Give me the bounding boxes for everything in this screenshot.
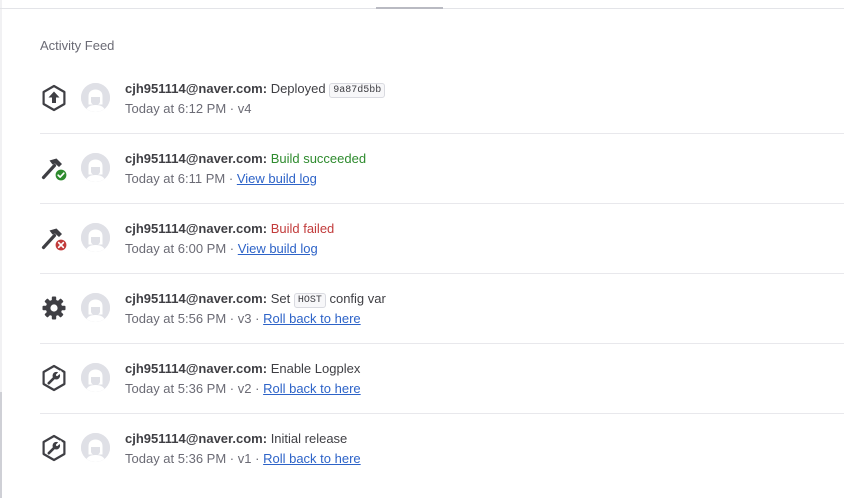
activity-item-initial-release: cjh951114@naver.com: Initial release Tod…: [40, 414, 844, 484]
roll-back-link[interactable]: Roll back to here: [263, 381, 361, 396]
activity-item-deploy: cjh951114@naver.com: Deployed 9a87d5bb T…: [40, 64, 844, 134]
release-version: v1: [237, 451, 252, 466]
avatar: [81, 363, 110, 392]
activity-action-suffix: config var: [329, 291, 386, 306]
activity-feed-list: cjh951114@naver.com: Deployed 9a87d5bb T…: [40, 64, 844, 484]
activity-summary: cjh951114@naver.com: Build succeeded: [125, 151, 366, 167]
activity-time: Today at 5:36 PM: [125, 381, 227, 396]
activity-action: Enable Logplex: [270, 361, 361, 376]
separator: ·: [255, 311, 260, 326]
user-email: cjh951114@naver.com:: [125, 361, 268, 376]
config-var-badge: HOST: [293, 293, 326, 308]
user-email: cjh951114@naver.com:: [125, 221, 268, 236]
avatar: [81, 433, 110, 462]
activity-meta: Today at 6:12 PM · v4: [125, 101, 252, 117]
separator: ·: [228, 171, 234, 186]
avatar: [81, 83, 110, 112]
avatar: [81, 153, 110, 182]
build-succeeded-icon: [40, 154, 68, 182]
separator: ·: [229, 381, 235, 396]
scroll-edge: [0, 392, 2, 498]
view-build-log-link[interactable]: View build log: [238, 241, 318, 256]
activity-item-enable-logplex: cjh951114@naver.com: Enable Logplex Toda…: [40, 344, 844, 414]
activity-item-build-succeeded: cjh951114@naver.com: Build succeeded Tod…: [40, 134, 844, 204]
deploy-icon: [40, 84, 68, 112]
activity-item-config-var: cjh951114@naver.com: Set HOST config var…: [40, 274, 844, 344]
commit-hash-badge: 9a87d5bb: [329, 83, 386, 98]
activity-item-build-failed: cjh951114@naver.com: Build failed Today …: [40, 204, 844, 274]
activity-action: Set: [270, 291, 291, 306]
activity-meta: Today at 5:36 PM · v2 · Roll back to her…: [125, 381, 361, 397]
activity-meta: Today at 6:11 PM · View build log: [125, 171, 317, 187]
activity-time: Today at 5:36 PM: [125, 451, 227, 466]
release-version: v2: [237, 381, 252, 396]
user-email: cjh951114@naver.com:: [125, 81, 268, 96]
build-status-failure: Build failed: [270, 221, 335, 236]
separator: ·: [229, 311, 235, 326]
user-email: cjh951114@naver.com:: [125, 431, 268, 446]
activity-meta: Today at 5:36 PM · v1 · Roll back to her…: [125, 451, 361, 467]
release-version: v4: [237, 101, 252, 116]
roll-back-link[interactable]: Roll back to here: [263, 451, 361, 466]
activity-summary: cjh951114@naver.com: Initial release: [125, 431, 347, 447]
addon-wrench-icon: [40, 364, 68, 392]
activity-feed-title: Activity Feed: [40, 38, 115, 53]
gear-icon: [40, 294, 68, 322]
separator: ·: [229, 451, 235, 466]
activity-meta: Today at 5:56 PM · v3 · Roll back to her…: [125, 311, 361, 327]
build-status-success: Build succeeded: [270, 151, 367, 166]
activity-summary: cjh951114@naver.com: Enable Logplex: [125, 361, 360, 377]
user-email: cjh951114@naver.com:: [125, 291, 268, 306]
separator: ·: [255, 451, 260, 466]
activity-action: Deployed: [270, 81, 326, 96]
separator: ·: [255, 381, 260, 396]
activity-time: Today at 6:00 PM: [125, 241, 227, 256]
avatar: [81, 223, 110, 252]
activity-time: Today at 5:56 PM: [125, 311, 227, 326]
activity-summary: cjh951114@naver.com: Build failed: [125, 221, 334, 237]
activity-summary: cjh951114@naver.com: Deployed 9a87d5bb: [125, 81, 386, 99]
avatar: [81, 293, 110, 322]
build-failed-icon: [40, 224, 68, 252]
release-version: v3: [237, 311, 252, 326]
activity-time: Today at 6:11 PM: [125, 171, 226, 186]
activity-meta: Today at 6:00 PM · View build log: [125, 241, 318, 257]
addon-wrench-icon: [40, 434, 68, 462]
separator: ·: [229, 101, 235, 116]
activity-time: Today at 6:12 PM: [125, 101, 227, 116]
separator: ·: [229, 241, 235, 256]
user-email: cjh951114@naver.com:: [125, 151, 268, 166]
roll-back-link[interactable]: Roll back to here: [263, 311, 361, 326]
activity-summary: cjh951114@naver.com: Set HOST config var: [125, 291, 386, 309]
activity-action: Initial release: [270, 431, 348, 446]
active-tab-indicator: [376, 7, 443, 9]
view-build-log-link[interactable]: View build log: [237, 171, 317, 186]
